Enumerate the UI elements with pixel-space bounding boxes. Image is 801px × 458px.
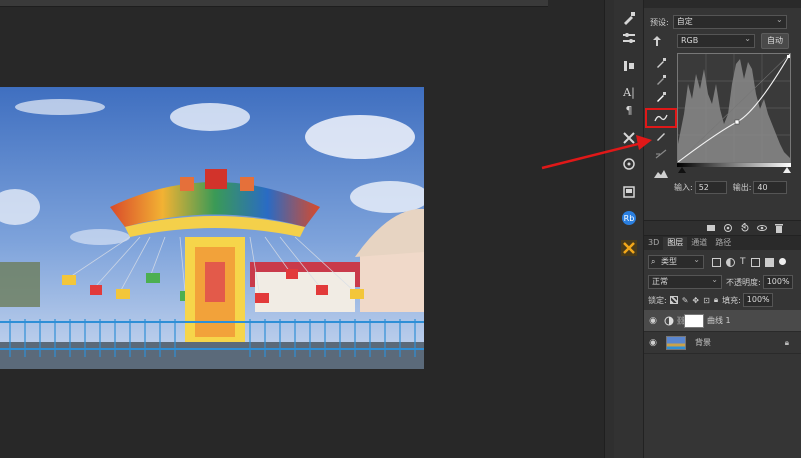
- clone-source-icon[interactable]: [620, 58, 638, 74]
- lock-icon: 🔒︎: [784, 337, 789, 347]
- smooth-curve-icon[interactable]: [651, 146, 671, 161]
- on-image-adjust-icon[interactable]: [644, 33, 670, 49]
- tool-presets-icon[interactable]: [620, 130, 638, 146]
- panel-collapse-strip[interactable]: [604, 0, 614, 458]
- gray-point-eyedropper-icon[interactable]: [651, 72, 671, 87]
- layer-row-curves[interactable]: ◉ ⛓ 曲线 1: [644, 310, 801, 332]
- tab-channels[interactable]: 通道: [687, 237, 711, 250]
- lock-pixels-icon[interactable]: ✎: [682, 296, 689, 305]
- layer-name[interactable]: 背景: [695, 337, 711, 348]
- lock-position-icon[interactable]: ✥: [692, 296, 699, 305]
- properties-panel: 预设: 自定 RGB 自动: [644, 0, 801, 458]
- tab-layers[interactable]: 图层: [663, 237, 688, 250]
- options-bar: [0, 0, 548, 7]
- auto-button[interactable]: 自动: [761, 33, 789, 49]
- mask-link-icon[interactable]: ⛓: [676, 316, 686, 325]
- channel-dropdown[interactable]: RGB: [677, 33, 755, 48]
- properties-header: [644, 0, 801, 8]
- tonal-gradient-bar: [677, 163, 791, 167]
- blend-mode-dropdown[interactable]: 正常: [648, 274, 722, 289]
- input-field[interactable]: 52: [694, 180, 727, 194]
- document-canvas[interactable]: [0, 0, 604, 458]
- opacity-label: 不透明度:: [726, 277, 761, 287]
- preset-dropdown[interactable]: 自定: [672, 14, 787, 29]
- paragraph-icon[interactable]: ¶: [620, 102, 638, 118]
- black-point-eyedropper-icon[interactable]: [651, 55, 671, 70]
- libraries-icon[interactable]: [620, 184, 638, 200]
- eye-icon[interactable]: ◉: [644, 316, 662, 326]
- histogram-icon: [678, 59, 790, 162]
- search-icon: ⌕: [651, 257, 656, 266]
- layer-filter-label: 类型: [661, 257, 677, 266]
- clip-to-layer-icon[interactable]: [706, 223, 716, 233]
- carousel-photo: [0, 87, 424, 369]
- cc-libraries-icon[interactable]: Rb: [620, 210, 638, 226]
- highlight-box: [645, 108, 677, 128]
- adjustment-layer-icon: [662, 316, 676, 326]
- delete-icon[interactable]: [774, 223, 784, 233]
- filter-shape-icon[interactable]: [750, 257, 760, 267]
- white-point-eyedropper-icon[interactable]: [651, 89, 671, 104]
- brush-presets-icon[interactable]: [620, 30, 638, 46]
- filter-pixel-icon[interactable]: [712, 257, 721, 267]
- layer-thumbnail[interactable]: [666, 335, 686, 350]
- black-point-slider[interactable]: [678, 167, 686, 173]
- visibility-icon[interactable]: [757, 223, 767, 233]
- layers-tab-bar: 3D 图层 通道 路径: [644, 236, 801, 250]
- filter-toggle-icon[interactable]: [778, 257, 786, 265]
- brush-settings-icon[interactable]: [620, 10, 638, 26]
- reset-icon[interactable]: [740, 223, 750, 233]
- filter-smart-object-icon[interactable]: [764, 257, 774, 267]
- filter-type-icon[interactable]: T: [740, 257, 746, 267]
- output-field[interactable]: 40: [753, 180, 788, 194]
- pencil-draw-icon[interactable]: [651, 128, 671, 143]
- panel-toolbar: A| ¶ Rb: [614, 0, 644, 458]
- layer-mask-thumbnail[interactable]: [684, 313, 704, 328]
- plugin-icon[interactable]: [620, 240, 638, 256]
- lock-artboard-icon[interactable]: ⊡: [703, 296, 710, 305]
- opacity-field[interactable]: 100%: [762, 274, 793, 289]
- layer-filter-dropdown[interactable]: ⌕ 类型: [648, 254, 704, 269]
- lock-transparency-icon[interactable]: [669, 296, 678, 304]
- output-label: 输出:: [732, 182, 752, 192]
- view-previous-icon[interactable]: [723, 223, 733, 233]
- input-label: 输入:: [674, 182, 693, 192]
- layer-name[interactable]: 曲线 1: [707, 315, 731, 326]
- layer-row-background[interactable]: ◉ 背景 🔒︎: [644, 332, 801, 354]
- tab-3d[interactable]: 3D: [644, 237, 663, 250]
- eye-icon[interactable]: ◉: [644, 338, 662, 348]
- curves-graph[interactable]: [677, 53, 791, 163]
- fill-label: 填充:: [722, 295, 741, 305]
- clipping-warning-icon[interactable]: [651, 166, 671, 181]
- tab-paths[interactable]: 路径: [711, 237, 735, 250]
- lock-label: 锁定:: [648, 295, 667, 305]
- preset-label: 预设:: [650, 17, 669, 27]
- properties-footer: [644, 220, 801, 236]
- fill-field[interactable]: 100%: [742, 292, 773, 307]
- character-icon[interactable]: A|: [620, 84, 638, 100]
- white-point-slider[interactable]: [783, 167, 791, 173]
- svg-text:Rb: Rb: [624, 214, 635, 223]
- navigator-icon[interactable]: [620, 156, 638, 172]
- lock-all-icon[interactable]: 🔒︎: [714, 295, 718, 305]
- filter-adjustment-icon[interactable]: [726, 257, 735, 267]
